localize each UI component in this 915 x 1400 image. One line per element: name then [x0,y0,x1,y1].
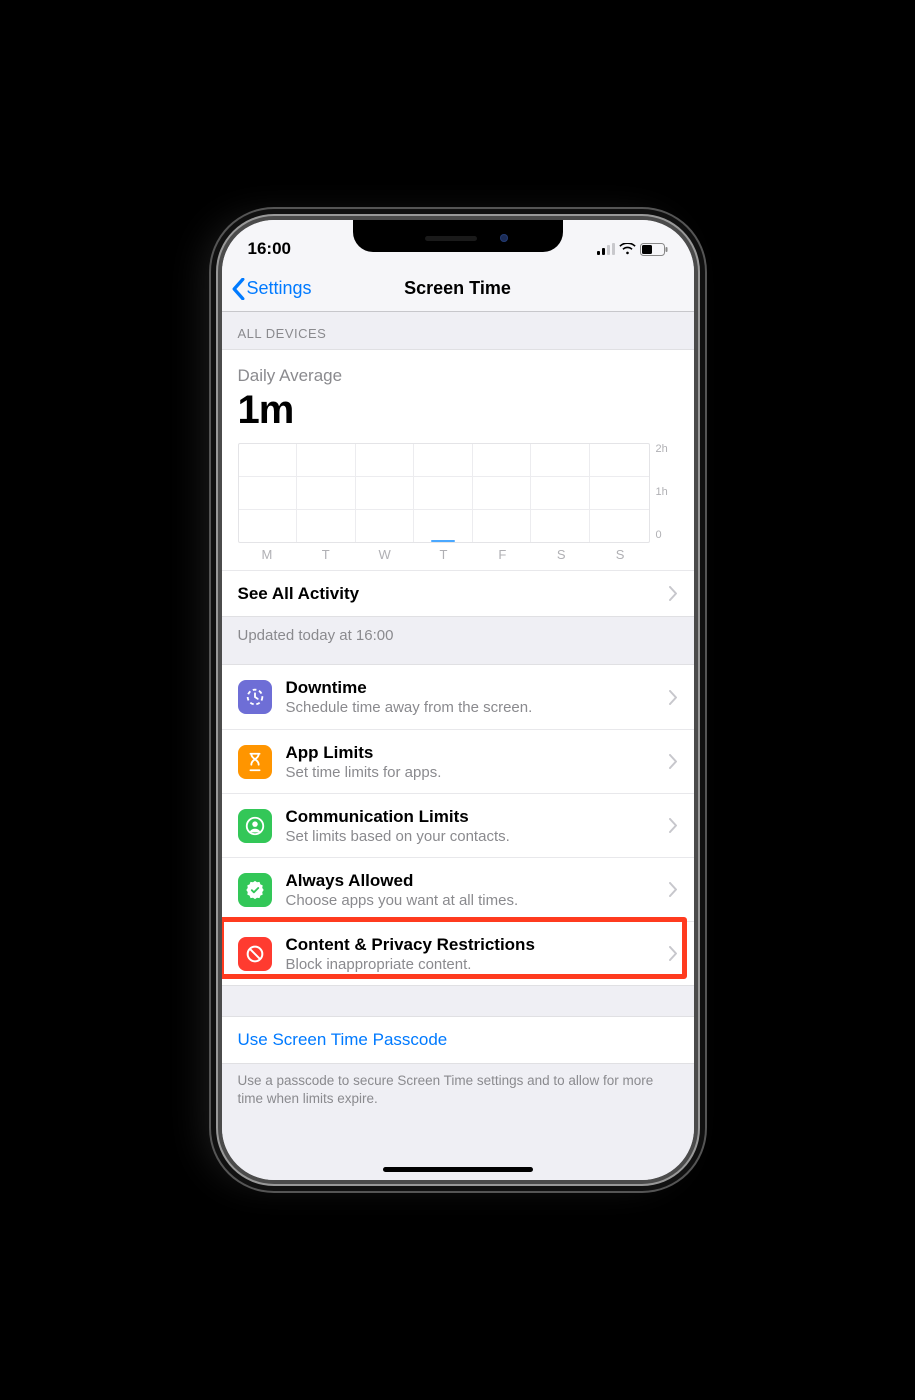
chart-column [239,444,298,542]
usage-chart: 2h 1h 0 [238,443,678,543]
xtick: S [532,547,591,562]
chevron-right-icon [669,946,678,961]
badge-check-icon [238,873,272,907]
daily-average-value: 1m [238,388,678,433]
chart-block: Daily Average 1m 2h 1h 0 MTWTFSS [222,350,694,570]
screen-time-card: Daily Average 1m 2h 1h 0 MTWTFSS See All… [222,349,694,617]
notch [353,220,563,252]
chevron-right-icon [669,690,678,705]
ytick: 1h [656,486,678,498]
updated-label: Updated today at 16:00 [222,617,694,664]
chevron-right-icon [669,754,678,769]
iphone-frame: 16:00 Settings Screen Time ALL [222,220,694,1180]
option-content-privacy-restrictions[interactable]: Content & Privacy RestrictionsBlock inap… [222,921,694,985]
xtick: T [414,547,473,562]
content-scroll[interactable]: ALL DEVICES Daily Average 1m 2h 1h 0 MTW… [222,312,694,1180]
chevron-right-icon [669,586,678,601]
hourglass-icon [238,745,272,779]
chart-column [590,444,649,542]
passcode-footer-note: Use a passcode to secure Screen Time set… [222,1064,694,1126]
options-card: DowntimeSchedule time away from the scre… [222,664,694,986]
chevron-left-icon [232,278,245,300]
option-title: Communication Limits [286,807,669,827]
see-all-activity-label: See All Activity [238,584,360,604]
chevron-right-icon [669,882,678,897]
home-indicator[interactable] [383,1167,533,1172]
status-icons [597,243,668,256]
use-passcode-label: Use Screen Time Passcode [238,1030,448,1050]
option-title: Downtime [286,678,669,698]
option-subtitle: Block inappropriate content. [286,956,669,973]
see-all-activity-row[interactable]: See All Activity [222,570,694,616]
ytick: 2h [656,443,678,455]
nav-title: Screen Time [404,278,511,299]
chevron-right-icon [669,818,678,833]
section-header-all-devices: ALL DEVICES [222,312,694,349]
ytick: 0 [656,529,678,541]
option-title: App Limits [286,743,669,763]
option-subtitle: Set limits based on your contacts. [286,828,669,845]
nav-bar: Settings Screen Time [222,266,694,312]
status-time: 16:00 [248,239,291,259]
option-downtime[interactable]: DowntimeSchedule time away from the scre… [222,665,694,729]
daily-average-label: Daily Average [238,366,678,386]
passcode-card: Use Screen Time Passcode [222,1016,694,1064]
chart-y-labels: 2h 1h 0 [656,443,678,543]
back-button[interactable]: Settings [232,266,312,311]
xtick: W [355,547,414,562]
option-subtitle: Set time limits for apps. [286,764,669,781]
chart-column [531,444,590,542]
xtick: T [296,547,355,562]
option-title: Always Allowed [286,871,669,891]
option-subtitle: Choose apps you want at all times. [286,892,669,909]
chart-column [356,444,415,542]
chart-column [297,444,356,542]
wifi-icon [619,243,636,255]
back-label: Settings [247,278,312,299]
chart-column [414,444,473,542]
cellular-icon [597,243,615,255]
chart-column [473,444,532,542]
use-passcode-row[interactable]: Use Screen Time Passcode [222,1017,694,1063]
option-subtitle: Schedule time away from the screen. [286,699,669,716]
chart-x-labels: MTWTFSS [238,547,678,562]
chart-bar [431,540,454,542]
xtick: F [473,547,532,562]
option-always-allowed[interactable]: Always AllowedChoose apps you want at al… [222,857,694,921]
option-title: Content & Privacy Restrictions [286,935,669,955]
option-communication-limits[interactable]: Communication LimitsSet limits based on … [222,793,694,857]
battery-icon [640,243,668,256]
xtick: S [591,547,650,562]
xtick: M [238,547,297,562]
option-app-limits[interactable]: App LimitsSet time limits for apps. [222,729,694,793]
person-circle-icon [238,809,272,843]
ban-icon [238,937,272,971]
clock-wait-icon [238,680,272,714]
